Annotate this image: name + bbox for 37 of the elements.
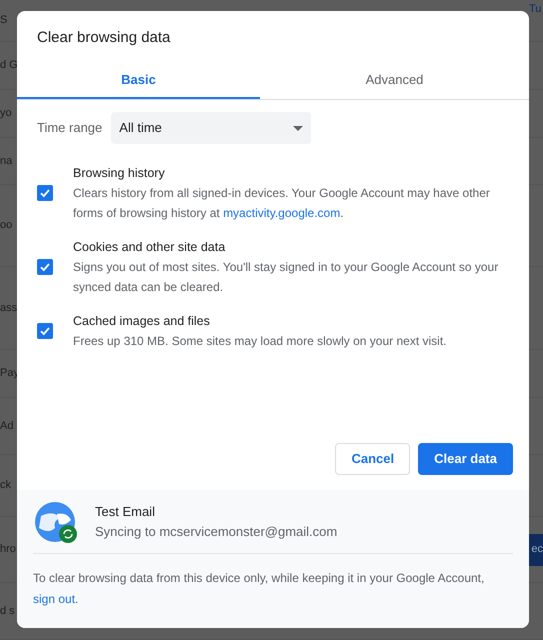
tab[interactable]: Advanced	[260, 62, 529, 99]
page-text: oo	[0, 218, 12, 234]
page-button[interactable]: ec	[529, 534, 543, 566]
cancel-button[interactable]: Cancel	[335, 443, 410, 475]
checkbox[interactable]	[37, 323, 53, 339]
option-description: Clears history from all signed-in devices. Your Google Account may have other forms of browsing history at myactivity.google.com.	[73, 185, 491, 222]
page-text: hro	[0, 542, 16, 558]
option-description: Signs you out of most sites. You'll stay signed in to your Google Account so your synced data can be cleared.	[73, 259, 500, 296]
page-text: na	[0, 154, 12, 169]
dialog-title: Clear browsing data	[36, 28, 172, 48]
footer-note: To clear browsing data from this device only, while keeping it in your Google Account, sign out.	[33, 570, 486, 608]
checkmark-icon	[39, 187, 51, 199]
option-title: Browsing history	[73, 165, 166, 182]
time-range-dropdown[interactable]: All time	[111, 112, 312, 144]
caret-icon	[293, 126, 304, 130]
sign-out-link[interactable]: sign out	[33, 592, 76, 606]
option-title: Cached images and files	[73, 313, 211, 330]
page-text: d s	[0, 604, 15, 619]
checkmark-icon	[39, 261, 51, 273]
option-description: Frees up 310 MB. Some sites may load more slowly on your next visit.	[73, 333, 446, 350]
checkbox[interactable]	[37, 259, 53, 275]
page-text: yo	[0, 106, 12, 122]
checkbox[interactable]	[37, 185, 53, 201]
time-range-label: Time range	[37, 119, 102, 138]
option-title: Cookies and other site data	[73, 239, 226, 256]
sync-badge-icon	[59, 524, 77, 542]
page-text: d G	[0, 58, 18, 74]
checkmark-icon	[39, 325, 51, 337]
page-text: ass	[0, 300, 18, 316]
page-text: S	[0, 13, 8, 28]
account-name: Test Email	[95, 502, 156, 520]
tab[interactable]: Basic	[17, 62, 260, 99]
activity-link[interactable]: myactivity.google.com	[223, 206, 340, 220]
page-text: Ad	[0, 418, 14, 434]
sync-status: Syncing to mcservicemonster@gmail.com	[95, 522, 338, 541]
clear-data-button[interactable]: Clear data	[418, 443, 513, 475]
page-text: ck	[0, 478, 11, 494]
